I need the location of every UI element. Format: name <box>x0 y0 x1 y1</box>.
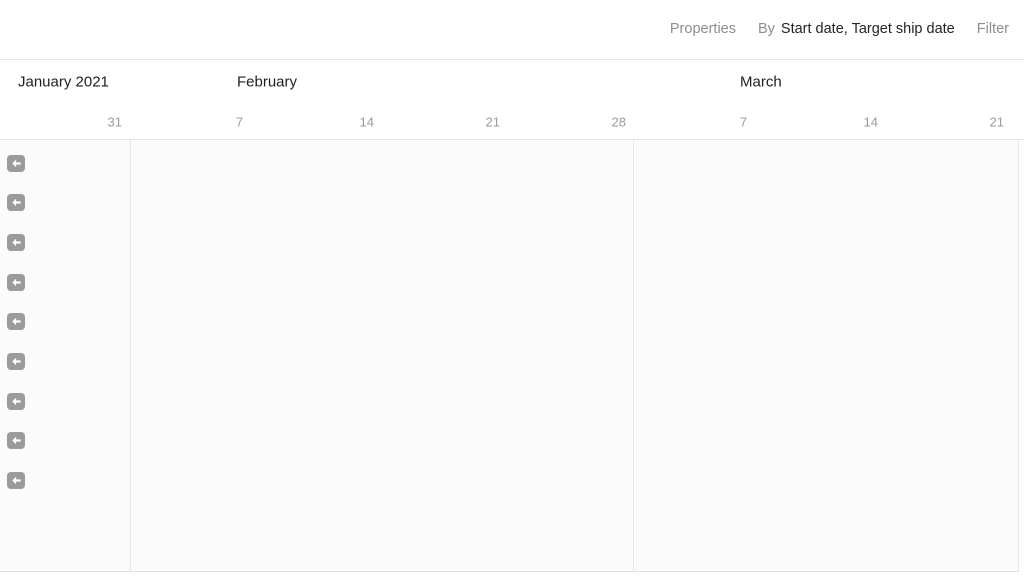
row-back-button[interactable] <box>7 432 25 449</box>
date-tick-label: 31 <box>107 114 122 130</box>
timeline-view: Properties By Start date, Target ship da… <box>0 0 1024 576</box>
row-back-button[interactable] <box>7 155 25 172</box>
row-back-button[interactable] <box>7 393 25 410</box>
arrow-left-icon <box>11 197 22 208</box>
arrow-left-icon <box>11 237 22 248</box>
arrow-left-icon <box>11 277 22 288</box>
date-tick-label: 7 <box>739 114 747 130</box>
toolbar: Properties By Start date, Target ship da… <box>0 0 1024 60</box>
filter-button[interactable]: Filter <box>977 22 1009 37</box>
column-divider <box>633 140 634 571</box>
row-back-button[interactable] <box>7 313 25 330</box>
sort-by-button[interactable]: By Start date, Target ship date <box>758 22 955 37</box>
date-tick-label: 21 <box>485 114 500 130</box>
sort-by-value: Start date, Target ship date <box>780 21 955 38</box>
properties-button[interactable]: Properties <box>670 22 736 37</box>
date-tick-label: 28 <box>611 114 626 130</box>
row-back-button[interactable] <box>7 234 25 251</box>
row-back-button[interactable] <box>7 353 25 370</box>
timeline-grid <box>0 140 1019 572</box>
arrow-left-icon <box>11 435 22 446</box>
month-label: March <box>740 73 782 91</box>
toolbar-actions: Properties By Start date, Target ship da… <box>670 0 1009 59</box>
arrow-left-icon <box>11 475 22 486</box>
arrow-left-icon <box>11 396 22 407</box>
date-tick-band: 31 7 14 21 28 7 14 21 <box>0 100 1024 140</box>
timeline-row-list <box>0 140 130 572</box>
date-tick-label: 21 <box>989 114 1004 130</box>
arrow-left-icon <box>11 158 22 169</box>
row-back-button[interactable] <box>7 194 25 211</box>
date-tick-label: 14 <box>863 114 878 130</box>
arrow-left-icon <box>11 356 22 367</box>
row-back-button[interactable] <box>7 274 25 291</box>
month-label: January 2021 <box>18 73 109 91</box>
sort-by-prefix-label: By <box>757 21 775 38</box>
arrow-left-icon <box>11 316 22 327</box>
date-tick-label: 14 <box>359 114 374 130</box>
month-label: February <box>237 73 298 91</box>
row-back-button[interactable] <box>7 472 25 489</box>
column-divider <box>130 140 131 571</box>
date-tick-label: 7 <box>235 114 243 130</box>
